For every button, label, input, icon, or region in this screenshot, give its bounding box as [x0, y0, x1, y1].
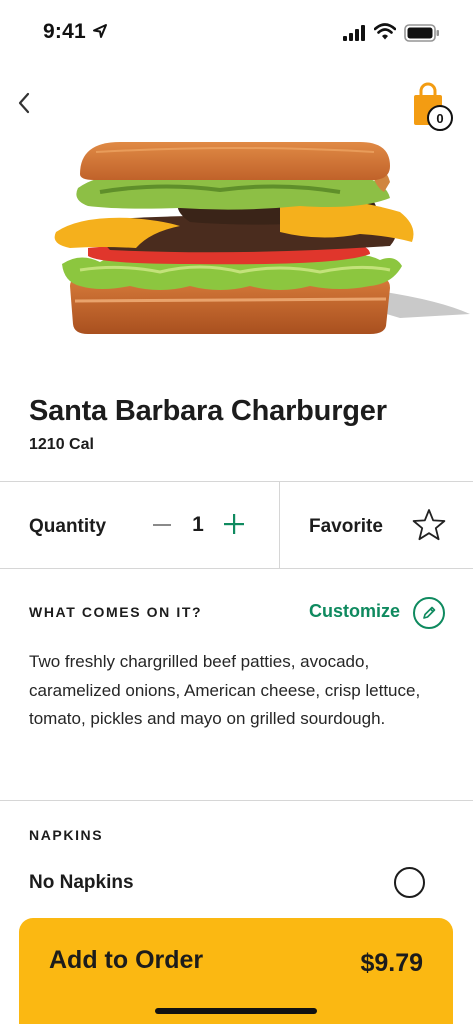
bag-count-badge: 0: [427, 105, 453, 131]
wifi-icon: [374, 23, 396, 40]
cellular-signal-icon: [343, 25, 365, 41]
quantity-label: Quantity: [29, 516, 107, 537]
status-time: 9:41: [43, 20, 86, 43]
star-icon[interactable]: [411, 508, 447, 542]
add-to-order-label: Add to Order: [49, 946, 204, 974]
quantity-value: 1: [192, 513, 204, 536]
no-napkins-label: No Napkins: [29, 872, 134, 893]
product-description: Two freshly chargrilled beef patties, av…: [29, 652, 421, 728]
product-calories: 1210 Cal: [29, 436, 94, 453]
product-detail-screen: 9:41 0 Santa Barbara Charburger 1210 Cal…: [0, 0, 473, 1024]
vertical-divider: [279, 482, 280, 568]
divider: [0, 481, 473, 482]
decrease-quantity-button[interactable]: [148, 511, 176, 539]
no-napkins-radio[interactable]: [394, 867, 425, 898]
chevron-left-icon: [18, 92, 30, 114]
product-image: [54, 142, 470, 334]
divider: [0, 568, 473, 569]
location-arrow-icon: [93, 24, 107, 38]
divider: [0, 800, 473, 801]
favorite-label: Favorite: [309, 516, 383, 537]
home-indicator: [155, 1008, 317, 1014]
customize-link[interactable]: Customize: [309, 601, 400, 622]
ingredients-heading: WHAT COMES ON IT?: [29, 604, 203, 620]
napkins-heading: NAPKINS: [29, 827, 104, 843]
product-title: Santa Barbara Charburger: [29, 395, 387, 427]
battery-icon: [404, 24, 439, 42]
pencil-icon: [423, 606, 436, 619]
order-price: $9.79: [360, 949, 423, 977]
minus-icon: [153, 524, 171, 526]
increase-quantity-button[interactable]: [220, 510, 248, 538]
customize-edit-button[interactable]: [413, 597, 445, 629]
back-button[interactable]: [12, 88, 36, 118]
shopping-bag-button[interactable]: 0: [408, 80, 456, 132]
plus-icon: [224, 514, 244, 534]
status-bar: 9:41: [0, 0, 473, 64]
